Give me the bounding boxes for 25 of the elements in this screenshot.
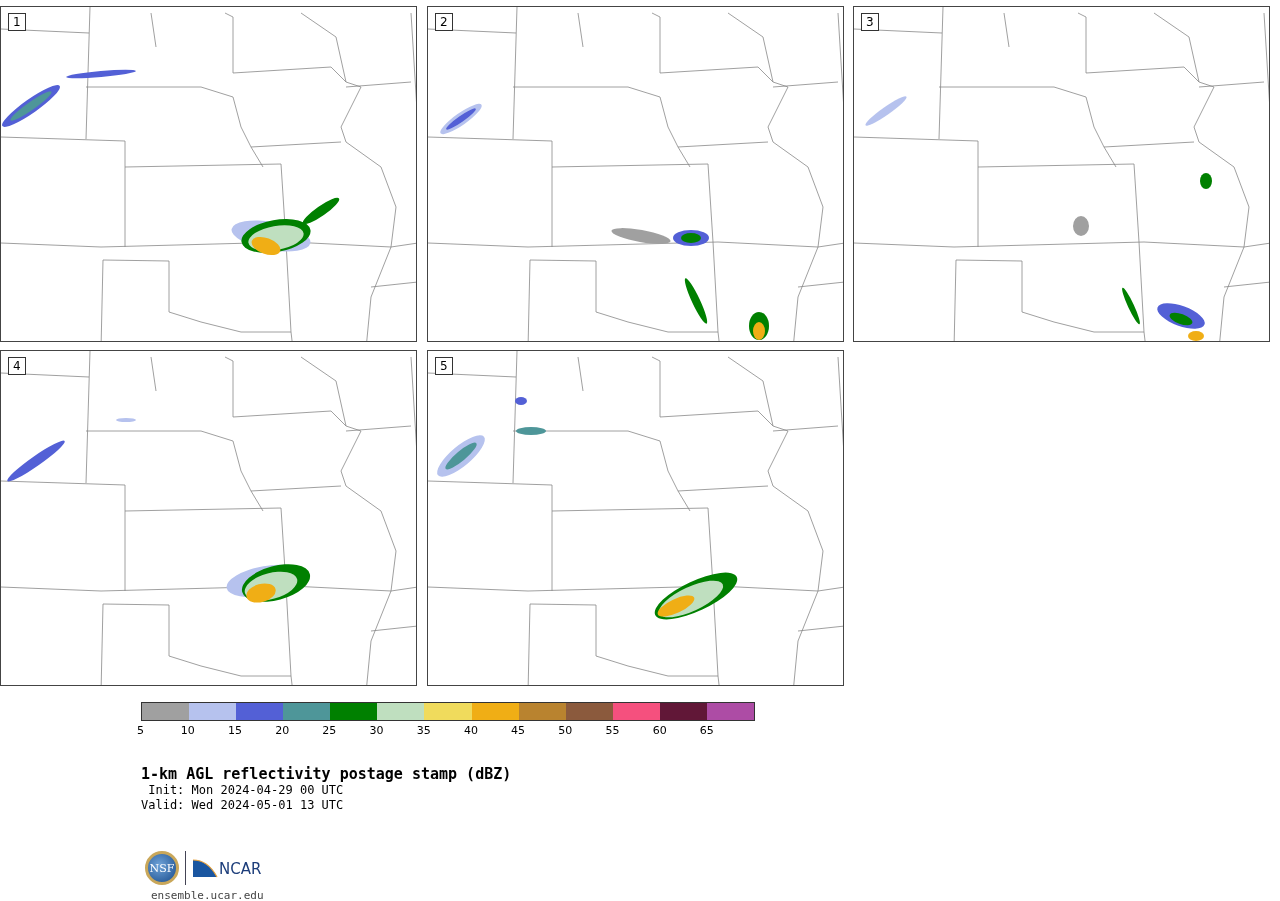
tick-label: 35 (415, 723, 432, 737)
logo-text: NCAR (219, 860, 262, 878)
tick-label: 40 (462, 723, 479, 737)
tick-label: 55 (604, 723, 621, 737)
tick-label: 10 (179, 723, 196, 737)
tick-label: 5 (136, 723, 146, 737)
website-text: ensemble.ucar.edu (151, 889, 265, 901)
panel-number: 3 (861, 13, 879, 31)
valid-time: Valid: Wed 2024-05-01 13 UTC (141, 798, 345, 813)
panel-number: 4 (8, 357, 26, 375)
init-time: Init: Mon 2024-04-29 00 UTC (147, 783, 345, 798)
tick-label: 50 (557, 723, 574, 737)
plot-title: 1-km AGL reflectivity postage stamp (dBZ) (141, 765, 513, 783)
panel-number: 2 (435, 13, 453, 31)
seal-logo: NSF (145, 851, 179, 885)
panel-number: 5 (435, 357, 453, 375)
tick-label: 30 (368, 723, 385, 737)
tick-label: 25 (321, 723, 338, 737)
panel-number: 1 (8, 13, 26, 31)
swoosh-icon (192, 858, 218, 878)
tick-label: 65 (698, 723, 715, 737)
tick-label: 60 (651, 723, 668, 737)
tick-label: 15 (226, 723, 243, 737)
tick-label: 20 (274, 723, 291, 737)
tick-label: 45 (510, 723, 527, 737)
